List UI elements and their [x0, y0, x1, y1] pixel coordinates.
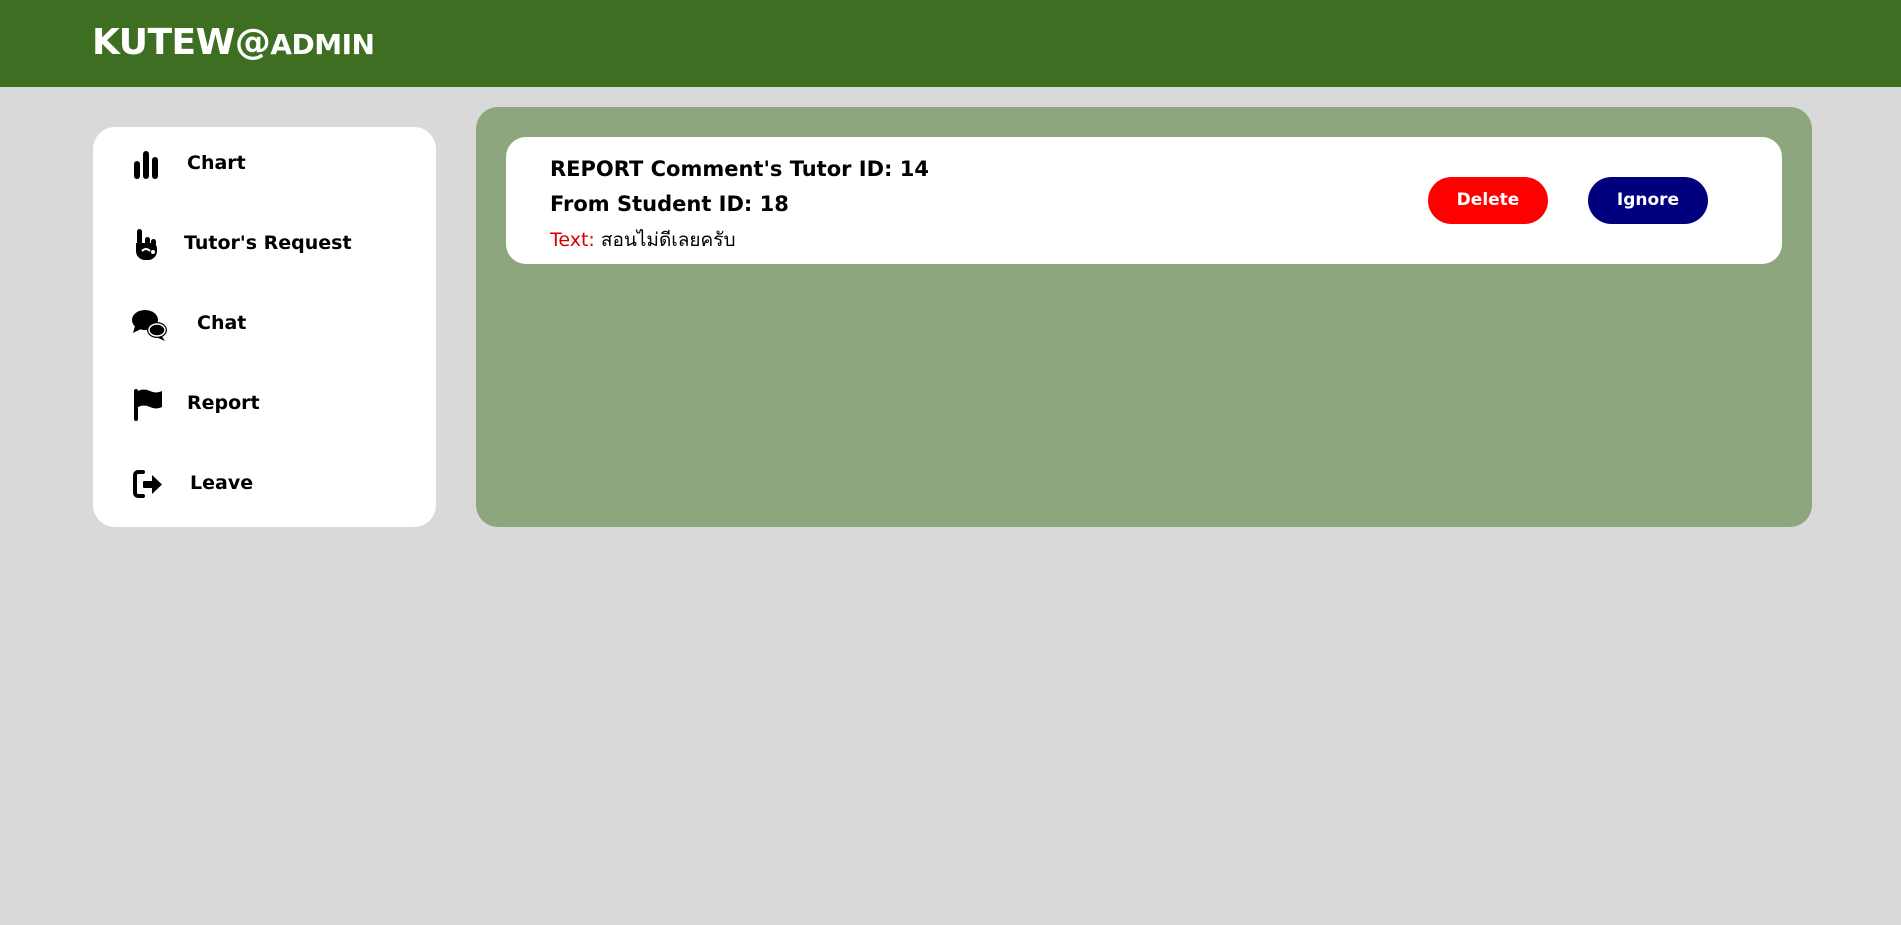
sidebar-item-label: Chat [197, 312, 247, 334]
sidebar: Chart Tutor's Request Chat Report Leave [93, 127, 436, 527]
sidebar-item-report[interactable]: Report [93, 375, 436, 435]
report-comment-text: Text: สอนไม่ดีเลยครับ [550, 225, 736, 255]
sidebar-item-label: Report [187, 392, 260, 414]
sidebar-item-label: Chart [187, 152, 246, 174]
flag-icon [131, 387, 167, 423]
report-text-value: สอนไม่ดีเลยครับ [600, 229, 736, 251]
report-card: REPORT Comment's Tutor ID: 14 From Stude… [506, 137, 1782, 264]
sidebar-item-chart[interactable]: Chart [93, 135, 436, 195]
brand-main: KUTEW@ [92, 22, 271, 63]
sidebar-item-chat[interactable]: Chat [93, 295, 436, 355]
delete-button[interactable]: Delete [1428, 177, 1548, 224]
brand-logo[interactable]: KUTEW@ADMIN [92, 22, 375, 63]
brand-sub: ADMIN [270, 28, 375, 61]
sidebar-item-label: Tutor's Request [184, 232, 352, 254]
hand-pointing-icon [131, 227, 167, 263]
bar-chart-icon [131, 147, 167, 183]
sidebar-item-leave[interactable]: Leave [93, 455, 436, 515]
sidebar-item-tutors-request[interactable]: Tutor's Request [93, 215, 436, 275]
top-header: KUTEW@ADMIN [0, 0, 1901, 87]
report-from-student: From Student ID: 18 [550, 192, 789, 216]
sidebar-item-label: Leave [190, 472, 254, 494]
report-title: REPORT Comment's Tutor ID: 14 [550, 157, 929, 181]
main-content-panel: REPORT Comment's Tutor ID: 14 From Stude… [476, 107, 1812, 527]
sign-out-icon [131, 467, 167, 503]
chat-bubbles-icon [131, 307, 167, 343]
report-text-label: Text: [550, 229, 595, 251]
ignore-button[interactable]: Ignore [1588, 177, 1708, 224]
